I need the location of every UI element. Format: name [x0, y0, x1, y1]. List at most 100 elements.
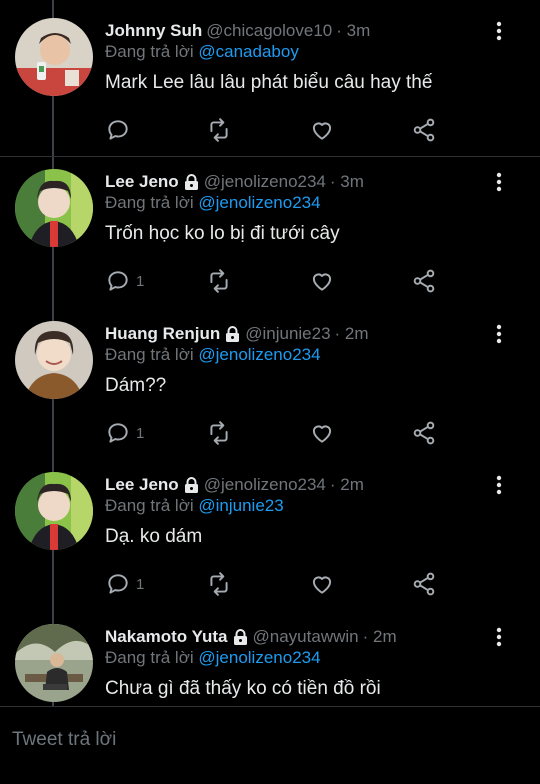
lock-icon [233, 628, 247, 645]
tweet-header: Huang Renjun @injunie23 · 2m [105, 321, 369, 347]
replying-to-label: Đang trả lời [105, 345, 194, 364]
display-name[interactable]: Nakamoto Yuta [105, 627, 228, 647]
timestamp[interactable]: · 3m [336, 21, 370, 41]
mention-link[interactable]: @injunie23 [198, 496, 283, 515]
retweet-icon [210, 572, 228, 596]
display-name[interactable]: Lee Jeno [105, 172, 179, 192]
share-icon [413, 421, 435, 445]
like-button[interactable] [309, 267, 335, 295]
replying-to: Đang trả lời @injunie23 [105, 496, 284, 516]
replying-to: Đang trả lời @jenolizeno234 [105, 648, 321, 668]
mention-link[interactable]: @jenolizeno234 [198, 193, 320, 212]
tweet-item[interactable]: Lee Jeno @jenolizeno234 · 3m Đang trả lờ… [0, 169, 540, 319]
share-button[interactable] [411, 267, 437, 295]
share-icon [413, 118, 435, 142]
avatar[interactable] [15, 472, 93, 550]
tweet-item[interactable]: Lee Jeno @jenolizeno234 · 2m Đang trả lờ… [0, 472, 540, 622]
retweet-button[interactable] [206, 570, 232, 598]
tweet-actions: 1 [105, 570, 445, 598]
tweet-text: Trốn học ko lo bị đi tưới cây [105, 223, 340, 244]
display-name[interactable]: Johnny Suh [105, 21, 202, 41]
share-button[interactable] [411, 116, 437, 144]
tweet-divider [0, 156, 540, 157]
user-handle[interactable]: @chicagolove10 [206, 21, 332, 41]
reply-button[interactable]: 1 [105, 570, 144, 598]
tweet-item[interactable]: Nakamoto Yuta @nayutawwin · 2m Đang trả … [0, 624, 540, 706]
reply-icon [108, 574, 128, 594]
replying-to: Đang trả lời @jenolizeno234 [105, 193, 321, 213]
tweet-text: Dạ. ko dám [105, 526, 203, 547]
reply-icon [108, 271, 128, 291]
timestamp[interactable]: · 3m [330, 172, 364, 192]
mention-link[interactable]: @canadaboy [198, 42, 298, 61]
reply-button[interactable]: 1 [105, 419, 144, 447]
reply-count: 1 [136, 424, 145, 442]
tweet-item[interactable]: Johnny Suh @chicagolove10 · 3m Đang trả … [0, 18, 540, 174]
share-button[interactable] [411, 570, 437, 598]
share-button[interactable] [411, 419, 437, 447]
like-button[interactable] [309, 419, 335, 447]
avatar[interactable] [15, 18, 93, 96]
replying-to-label: Đang trả lời [105, 193, 194, 212]
avatar[interactable] [15, 624, 93, 702]
timestamp[interactable]: · 2m [363, 627, 397, 647]
user-handle[interactable]: @nayutawwin [253, 627, 359, 647]
retweet-button[interactable] [206, 419, 232, 447]
more-vertical-icon[interactable] [492, 323, 506, 345]
lock-icon [226, 325, 240, 342]
timestamp[interactable]: · 2m [335, 324, 369, 344]
mention-link[interactable]: @jenolizeno234 [198, 345, 320, 364]
user-handle[interactable]: @jenolizeno234 [204, 172, 326, 192]
tweet-actions [105, 116, 445, 144]
replying-to: Đang trả lời @canadaboy [105, 42, 299, 62]
tweet-text: Mark Lee lâu lâu phát biểu câu hay thế [105, 72, 433, 93]
replying-to-label: Đang trả lời [105, 496, 194, 515]
retweet-icon [210, 421, 228, 445]
mention-link[interactable]: @jenolizeno234 [198, 648, 320, 667]
more-vertical-icon[interactable] [492, 171, 506, 193]
tweet-item[interactable]: Huang Renjun @injunie23 · 2m Đang trả lờ… [0, 321, 540, 471]
user-handle[interactable]: @injunie23 [245, 324, 330, 344]
reply-button[interactable]: 1 [105, 267, 144, 295]
reply-input[interactable]: Tweet trả lời [12, 729, 116, 751]
replying-to: Đang trả lời @jenolizeno234 [105, 345, 321, 365]
user-handle[interactable]: @jenolizeno234 [204, 475, 326, 495]
tweet-header: Johnny Suh @chicagolove10 · 3m [105, 18, 370, 44]
avatar[interactable] [15, 321, 93, 399]
tweet-actions: 1 [105, 267, 445, 295]
reply-icon [108, 423, 128, 443]
tweet-text: Dám?? [105, 375, 167, 396]
retweet-icon [210, 118, 228, 142]
share-icon [413, 269, 435, 293]
reply-count: 1 [136, 575, 145, 593]
heart-icon [312, 425, 332, 443]
like-button[interactable] [309, 116, 335, 144]
heart-icon [312, 576, 332, 594]
tweet-header: Lee Jeno @jenolizeno234 · 2m [105, 472, 364, 498]
lock-icon [184, 476, 198, 493]
reply-count: 1 [136, 272, 145, 290]
more-vertical-icon[interactable] [492, 626, 506, 648]
lock-icon [184, 173, 198, 190]
reply-composer[interactable]: Tweet trả lời [0, 706, 540, 784]
retweet-button[interactable] [206, 116, 232, 144]
avatar[interactable] [15, 169, 93, 247]
display-name[interactable]: Huang Renjun [105, 324, 220, 344]
tweet-header: Nakamoto Yuta @nayutawwin · 2m [105, 624, 397, 650]
tweet-text: Chưa gì đã thấy ko có tiền đồ rồi [105, 678, 381, 699]
heart-icon [312, 122, 332, 140]
replying-to-label: Đang trả lời [105, 42, 194, 61]
more-vertical-icon[interactable] [492, 20, 506, 42]
tweet-header: Lee Jeno @jenolizeno234 · 3m [105, 169, 364, 195]
replying-to-label: Đang trả lời [105, 648, 194, 667]
display-name[interactable]: Lee Jeno [105, 475, 179, 495]
reply-button[interactable] [105, 116, 136, 144]
retweet-icon [210, 269, 228, 293]
timestamp[interactable]: · 2m [330, 475, 364, 495]
like-button[interactable] [309, 570, 335, 598]
more-vertical-icon[interactable] [492, 474, 506, 496]
retweet-button[interactable] [206, 267, 232, 295]
share-icon [413, 572, 435, 596]
reply-icon [108, 120, 128, 140]
heart-icon [312, 273, 332, 291]
